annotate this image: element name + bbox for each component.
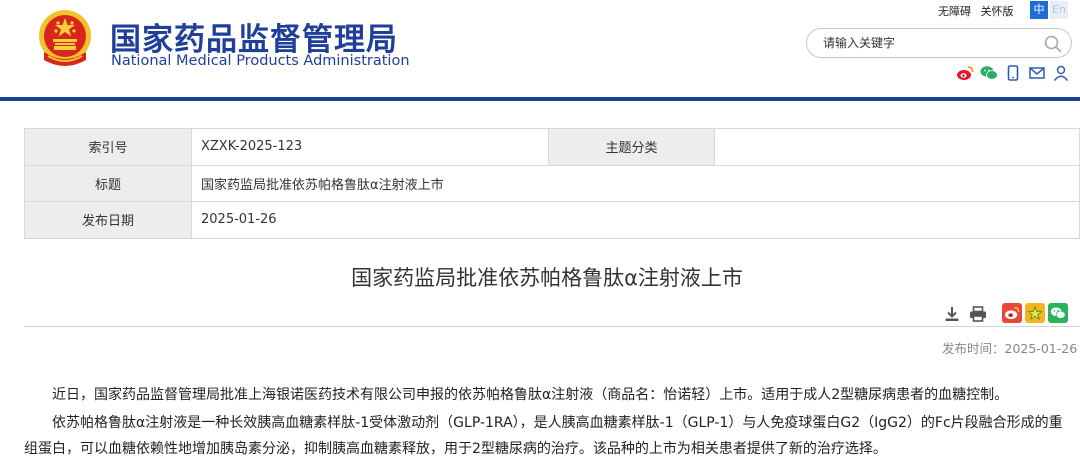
title-label: 标题 [24,164,192,202]
search-box [806,28,1072,58]
article-paragraph: 近日，国家药品监督管理局批准上海银诺医药技术有限公司申报的依苏帕格鲁肽α注射液（… [52,387,1009,403]
care-mode-link[interactable]: 关怀版 [981,5,1014,18]
download-icon[interactable] [942,304,962,324]
wechat-icon[interactable] [980,64,998,82]
print-icon[interactable] [968,304,988,324]
table-row: 索引号 XZXK-2025-123 主题分类 [24,128,1080,166]
social-links [956,64,1070,82]
article-paragraph: 依苏帕格鲁肽α注射液是一种长效胰高血糖素样肽-1受体激动剂（GLP-1RA），是… [24,415,1063,457]
site-title-en[interactable]: National Medical Products Administration [111,53,410,69]
document-info-table: 索引号 XZXK-2025-123 主题分类 标题 国家药监局批准依苏帕格鲁肽α… [24,128,1080,239]
national-emblem-icon[interactable] [36,8,94,72]
lang-en-button[interactable]: En [1050,1,1068,19]
site-header: 国家药品监督管理局 National Medical Products Admi… [0,0,1080,96]
article-title: 国家药监局批准依苏帕格鲁肽α注射液上市 [351,266,743,290]
index-value: XZXK-2025-123 [191,128,549,166]
date-value: 2025-01-26 [191,201,1080,239]
header-divider-bar [0,97,1080,101]
lang-zh-button[interactable]: 中 [1030,1,1048,19]
weibo-icon[interactable] [956,64,974,82]
top-links: 无障碍 关怀版 [938,3,1020,19]
mobile-icon[interactable] [1004,64,1022,82]
language-switch: 中 En [1030,1,1068,19]
search-input[interactable] [823,34,1033,52]
table-row: 标题 国家药监局批准依苏帕格鲁肽α注射液上市 [24,164,1080,202]
share-weibo-icon[interactable] [1002,303,1022,323]
category-value [714,128,1080,166]
article-divider [24,326,1080,327]
publish-time: 发布时间：2025-01-26 [942,341,1078,356]
title-value: 国家药监局批准依苏帕格鲁肽α注射液上市 [191,164,1080,202]
category-label: 主题分类 [548,128,715,166]
index-label: 索引号 [24,128,192,166]
mail-icon[interactable] [1028,64,1046,82]
user-icon[interactable] [1052,64,1070,82]
share-tools [1002,303,1068,323]
search-icon[interactable] [1043,34,1063,54]
article-tools [942,304,988,324]
table-row: 发布日期 2025-01-26 [24,201,1080,239]
share-favorite-icon[interactable] [1025,303,1045,323]
share-wechat-icon[interactable] [1048,303,1068,323]
accessibility-link[interactable]: 无障碍 [938,5,971,18]
date-label: 发布日期 [24,201,192,239]
